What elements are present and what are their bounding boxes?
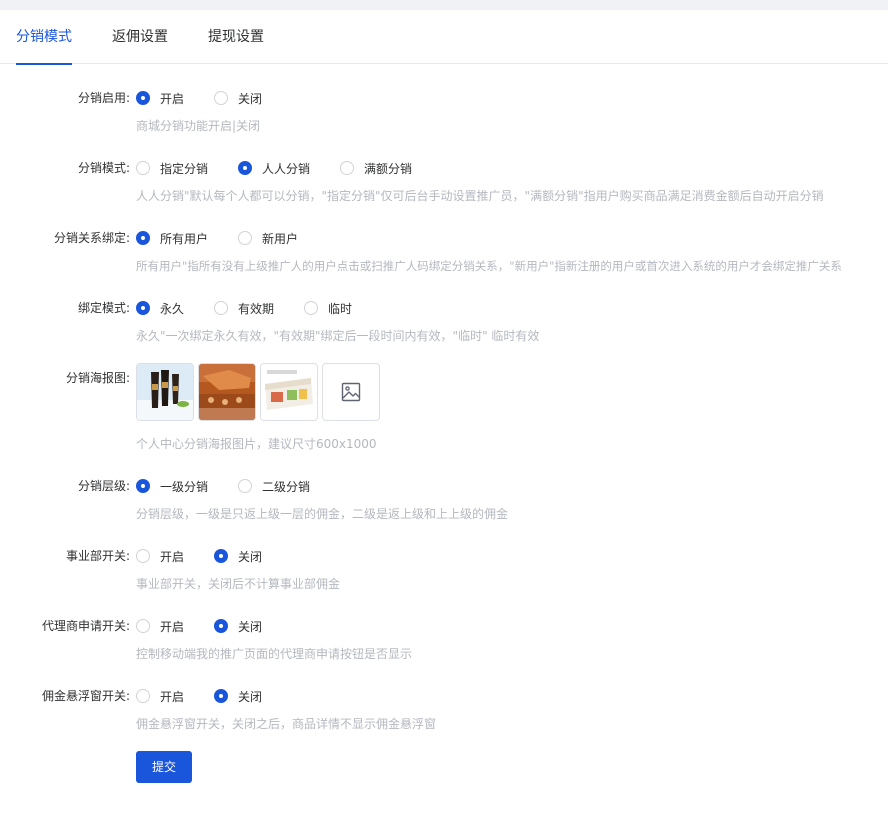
tab-bar: 分销模式 返佣设置 提现设置 [0,10,888,65]
tab-distribution-mode[interactable]: 分销模式 [16,10,72,65]
field-hint: 所有用户"指所有没有上级推广人的用户点击或扫推广人码绑定分销关系，"新用户"指新… [136,259,842,273]
radio-checked-icon [136,231,150,245]
field-label: 事业部开关: [65,549,130,563]
poster-image-bottles [137,364,193,420]
radio-mode-everyone[interactable]: 人人分销 [238,159,310,177]
field-label: 分销层级: [77,479,130,493]
tab-commission-settings[interactable]: 返佣设置 [112,10,168,64]
radio-label: 关闭 [238,91,263,106]
radio-checked-icon [136,91,150,105]
radio-checked-icon [238,161,252,175]
radio-unchecked-icon [304,301,318,315]
radio-label: 开启 [160,91,185,106]
field-hint: 个人中心分销海报图片，建议尺寸600x1000 [136,437,377,451]
image-upload-icon [341,382,361,402]
radio-mode-designated[interactable]: 指定分销 [136,159,208,177]
radio-unchecked-icon [214,301,228,315]
radio-bind-temporary[interactable]: 临时 [304,299,352,317]
radio-unchecked-icon [136,619,150,633]
field-label: 佣金悬浮窗开关: [41,689,130,703]
radio-agent-off[interactable]: 关闭 [214,617,262,635]
field-hint: 事业部开关，关闭后不计算事业部佣金 [136,577,341,591]
radio-label: 人人分销 [262,161,311,176]
radio-binding-all[interactable]: 所有用户 [136,229,208,247]
radio-agent-on[interactable]: 开启 [136,617,184,635]
radio-unchecked-icon [136,689,150,703]
radio-bind-validity[interactable]: 有效期 [214,299,274,317]
radio-unchecked-icon [340,161,354,175]
field-label: 绑定模式: [77,301,130,315]
radio-checked-icon [214,619,228,633]
radio-unchecked-icon [238,231,252,245]
top-bar [0,0,888,10]
radio-unchecked-icon [214,91,228,105]
radio-enable-off[interactable]: 关闭 [214,89,262,107]
poster-image-product-box [261,364,317,420]
field-label: 分销模式: [77,161,130,175]
radio-bind-permanent[interactable]: 永久 [136,299,184,317]
radio-unchecked-icon [238,479,252,493]
field-hint: 控制移动端我的推广页面的代理商申请按钮是否显示 [136,647,413,661]
radio-level-one[interactable]: 一级分销 [136,477,208,495]
tab-label: 返佣设置 [112,29,168,45]
field-hint: 永久"一次绑定永久有效，"有效期"绑定后一段时间内有效，"临时" 临时有效 [136,329,540,343]
field-hint: 商城分销功能开启|关闭 [136,119,261,133]
radio-label: 开启 [160,619,185,634]
radio-checked-icon [214,549,228,563]
tab-label: 提现设置 [208,29,264,45]
radio-label: 二级分销 [262,479,311,494]
radio-label: 有效期 [238,301,275,316]
radio-label: 永久 [160,301,185,316]
poster-thumbnail[interactable] [260,363,318,421]
field-hint: 佣金悬浮窗开关，关闭之后，商品详情不显示佣金悬浮窗 [136,717,437,731]
tab-label: 分销模式 [16,29,72,45]
radio-label: 开启 [160,549,185,564]
radio-label: 新用户 [262,231,299,246]
field-label: 分销启用: [77,91,130,105]
radio-enable-on[interactable]: 开启 [136,89,184,107]
radio-label: 指定分销 [160,161,209,176]
field-label: 分销关系绑定: [53,231,130,245]
radio-binding-new[interactable]: 新用户 [238,229,298,247]
submit-button[interactable]: 提交 [136,751,192,783]
radio-label: 关闭 [238,619,263,634]
radio-checked-icon [214,689,228,703]
field-hint: 分销层级，一级是只返上级一层的佣金，二级是返上级和上上级的佣金 [136,507,509,521]
radio-label: 满额分销 [364,161,413,176]
field-hint: 人人分销"默认每个人都可以分销，"指定分销"仅可后台手动设置推广员，"满额分销"… [136,189,824,203]
tab-withdraw-settings[interactable]: 提现设置 [208,10,264,64]
radio-label: 一级分销 [160,479,209,494]
radio-label: 关闭 [238,689,263,704]
poster-thumbnail[interactable] [198,363,256,421]
poster-thumbnail[interactable] [136,363,194,421]
radio-unchecked-icon [136,549,150,563]
radio-checked-icon [136,479,150,493]
radio-label: 关闭 [238,549,263,564]
radio-division-on[interactable]: 开启 [136,547,184,565]
radio-float-on[interactable]: 开启 [136,687,184,705]
radio-checked-icon [136,301,150,315]
radio-level-two[interactable]: 二级分销 [238,477,310,495]
field-label: 分销海报图: [65,371,130,385]
radio-float-off[interactable]: 关闭 [214,687,262,705]
field-label: 代理商申请开关: [41,619,130,633]
tab-active-indicator [16,63,72,65]
radio-mode-threshold[interactable]: 满额分销 [340,159,412,177]
radio-label: 临时 [328,301,353,316]
image-upload-button[interactable] [322,363,380,421]
radio-label: 开启 [160,689,185,704]
radio-division-off[interactable]: 关闭 [214,547,262,565]
radio-unchecked-icon [136,161,150,175]
radio-label: 所有用户 [160,231,209,246]
poster-image-food [199,364,255,420]
